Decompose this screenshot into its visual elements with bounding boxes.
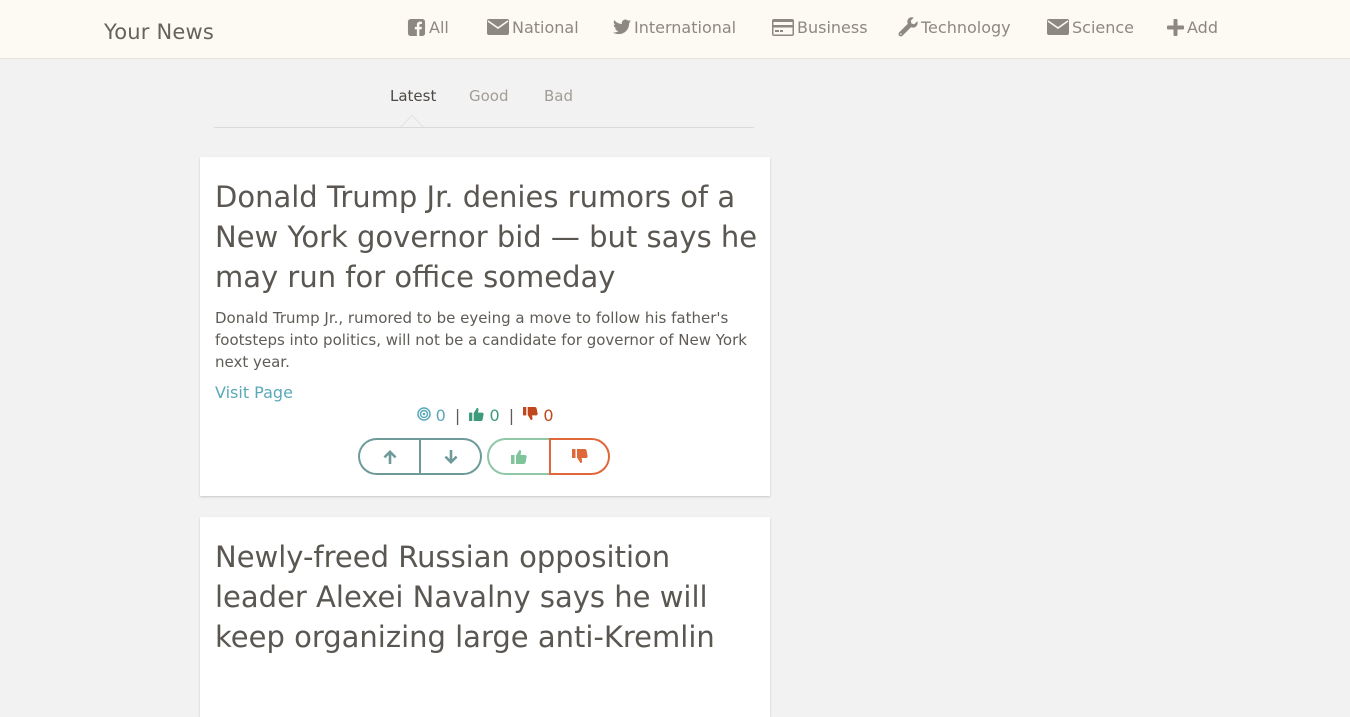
bad-button[interactable] — [549, 438, 610, 475]
facebook-icon — [407, 18, 426, 36]
twitter-icon — [613, 19, 631, 35]
plus-icon — [1167, 18, 1184, 36]
separator: | — [508, 405, 515, 425]
nav-label: National — [512, 17, 579, 37]
nav-label: International — [634, 17, 737, 37]
nav-item-all[interactable]: All — [407, 16, 449, 38]
nav-item-technology[interactable]: Technology — [898, 16, 1011, 38]
article-stats: 0 | 0 | 0 — [200, 405, 770, 426]
nav-item-science[interactable]: Science — [1047, 16, 1134, 38]
nav-label: Business — [797, 17, 868, 37]
tab-good[interactable]: Good — [469, 87, 509, 105]
upvote-button[interactable] — [358, 438, 420, 475]
views-count: 0 — [435, 405, 446, 425]
main-nav: All National International Business Tech… — [0, 0, 1350, 58]
credit-card-icon — [772, 18, 794, 36]
nav-label: Technology — [921, 17, 1011, 37]
views-icon — [416, 406, 431, 426]
article-title: Newly-freed Russian opposition leader Al… — [215, 540, 715, 654]
envelope-icon — [1047, 19, 1069, 35]
wrench-icon — [898, 17, 918, 37]
thumbs-up-icon — [511, 450, 527, 464]
nav-item-business[interactable]: Business — [772, 16, 868, 38]
envelope-icon — [487, 19, 509, 35]
thumbs-up-icon — [469, 406, 484, 426]
article-card: Newly-freed Russian opposition leader Al… — [200, 517, 770, 717]
active-tab-indicator-fill — [401, 116, 423, 127]
thumbs-down-icon — [571, 449, 588, 463]
nav-label: All — [429, 17, 449, 37]
top-navbar: Your News All National International Bus… — [0, 0, 1350, 59]
article-filter-tabs: Latest Good Bad — [214, 85, 754, 128]
arrow-up-icon — [383, 449, 396, 464]
visit-page-link[interactable]: Visit Page — [215, 383, 293, 402]
vote-button-group — [358, 438, 482, 475]
article-description: Donald Trump Jr., rumored to be eyeing a… — [215, 309, 747, 371]
nav-label: Science — [1072, 17, 1135, 37]
arrow-down-icon — [444, 449, 457, 464]
tab-bad[interactable]: Bad — [544, 87, 573, 105]
tab-latest[interactable]: Latest — [390, 87, 436, 105]
sentiment-button-group — [487, 438, 610, 475]
good-button[interactable] — [487, 438, 549, 475]
nav-item-add[interactable]: Add — [1167, 16, 1218, 38]
nav-item-national[interactable]: National — [487, 16, 579, 38]
article-card: Donald Trump Jr. denies rumors of a New … — [200, 157, 770, 496]
nav-item-international[interactable]: International — [613, 16, 736, 38]
nav-label: Add — [1187, 17, 1218, 37]
downvote-button[interactable] — [420, 438, 482, 475]
thumbs-down-icon — [523, 406, 538, 426]
article-title: Donald Trump Jr. denies rumors of a New … — [215, 180, 758, 294]
separator: | — [454, 405, 461, 425]
dislikes-count: 0 — [543, 405, 554, 425]
likes-count: 0 — [489, 405, 500, 425]
